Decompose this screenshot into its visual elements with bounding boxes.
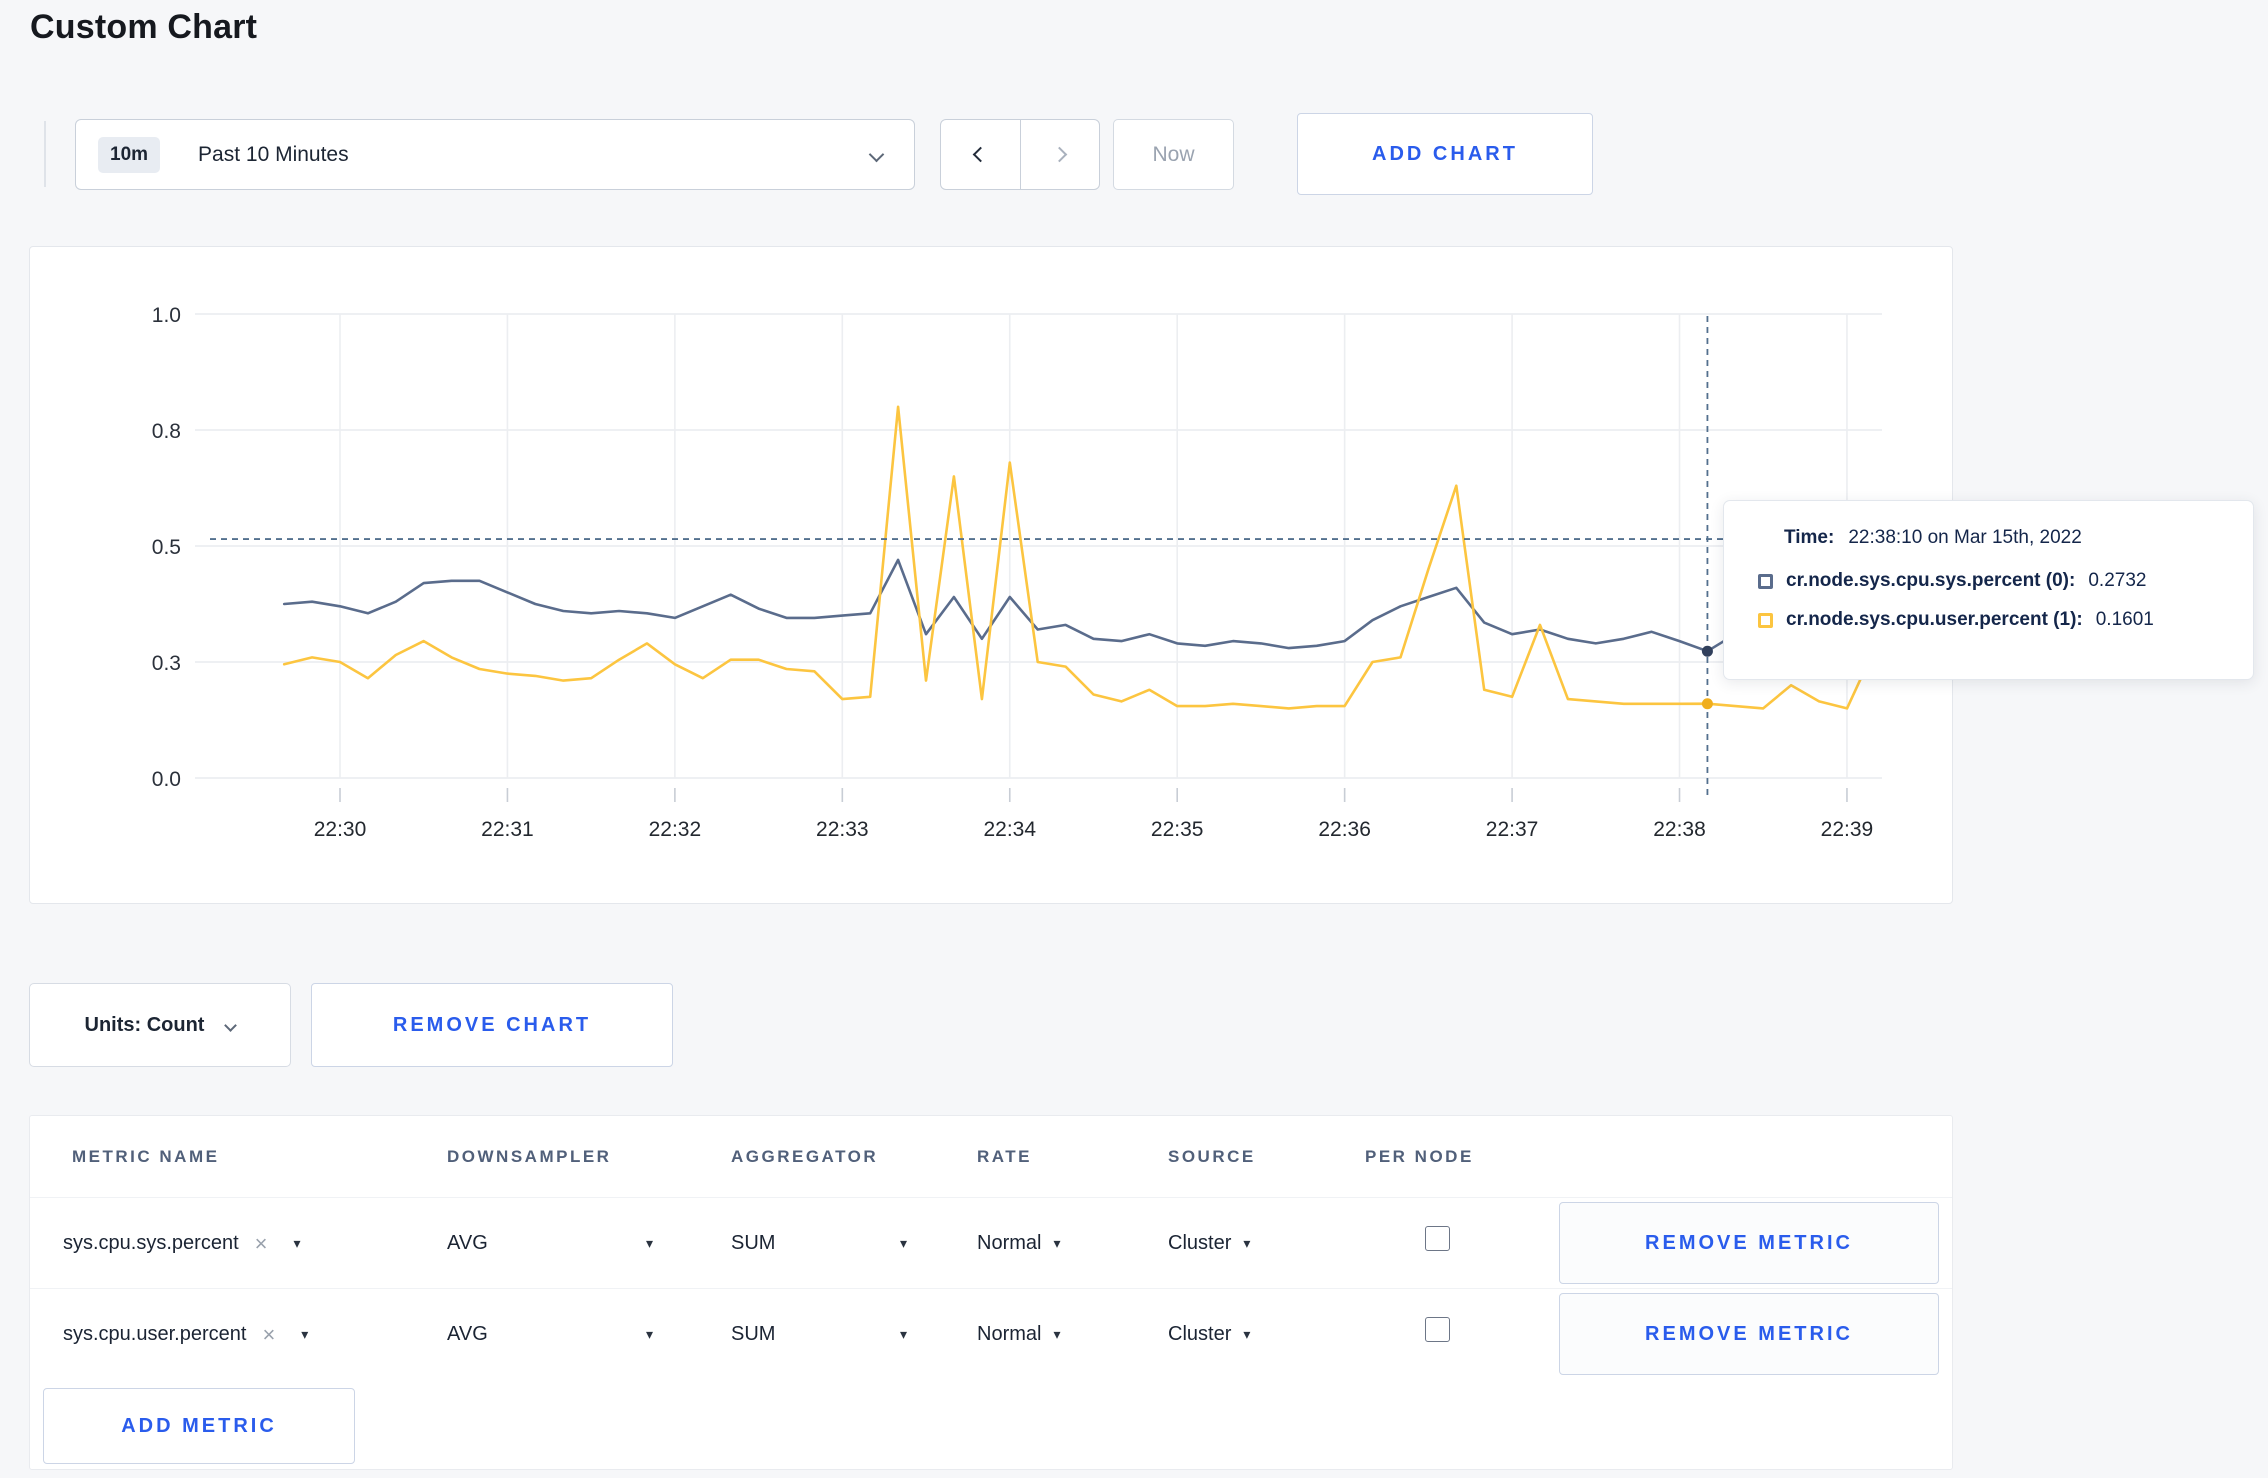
sys-series-swatch-icon: [1758, 573, 1773, 589]
tooltip-series-label: cr.node.sys.cpu.sys.percent (0):: [1786, 570, 2076, 591]
col-header-rate: RATE: [977, 1146, 1033, 1166]
col-header-aggregator: AGGREGATOR: [731, 1146, 879, 1166]
time-forward-button[interactable]: [1019, 120, 1100, 189]
aggregator-select[interactable]: SUM ▾: [731, 1198, 907, 1289]
time-back-button[interactable]: [941, 120, 1020, 189]
chart-card: [29, 246, 1953, 904]
page-title: Custom Chart: [30, 8, 258, 46]
add-metric-button[interactable]: ADD METRIC: [43, 1388, 355, 1464]
time-window-label: Past 10 Minutes: [198, 142, 349, 166]
time-nav-group: [940, 119, 1100, 190]
chevron-right-icon: [1051, 146, 1068, 163]
source-value: Cluster: [1168, 1323, 1232, 1345]
metric-row: sys.cpu.user.percent × ▾ AVG ▾ SUM ▾ Nor…: [30, 1288, 1952, 1379]
source-select[interactable]: Cluster ▾: [1168, 1289, 1250, 1380]
user-series-swatch-icon: [1758, 612, 1773, 628]
downsampler-value: AVG: [447, 1323, 488, 1345]
per-node-checkbox[interactable]: [1425, 1317, 1450, 1342]
source-value: Cluster: [1168, 1232, 1232, 1254]
rate-value: Normal: [977, 1323, 1042, 1345]
add-chart-button[interactable]: ADD CHART: [1297, 113, 1593, 195]
col-header-source: SOURCE: [1168, 1146, 1256, 1166]
caret-down-icon: ▾: [1243, 1235, 1251, 1251]
tooltip-series-row: cr.node.sys.cpu.sys.percent (0): 0.2732: [1758, 570, 2229, 592]
caret-down-icon: ▾: [1243, 1326, 1251, 1342]
caret-down-icon: ▾: [293, 1235, 301, 1251]
rate-select[interactable]: Normal ▾: [977, 1198, 1060, 1289]
metric-name: sys.cpu.user.percent: [63, 1323, 247, 1345]
caret-down-icon: ▾: [1053, 1326, 1061, 1342]
col-header-per-node: PER NODE: [1365, 1146, 1474, 1166]
toolbar-left-divider: [44, 121, 46, 187]
remove-chart-button[interactable]: REMOVE CHART: [311, 983, 673, 1067]
aggregator-value: SUM: [731, 1323, 776, 1345]
aggregator-select[interactable]: SUM ▾: [731, 1289, 907, 1380]
tooltip-time-value: 22:38:10 on Mar 15th, 2022: [1848, 527, 2082, 548]
clear-metric-icon[interactable]: ×: [255, 1231, 268, 1257]
time-window-badge: 10m: [98, 136, 161, 173]
tooltip-series-value: 0.1601: [2095, 609, 2154, 630]
chevron-left-icon: [972, 146, 989, 163]
tooltip-time-label: Time:: [1784, 527, 1835, 548]
downsampler-select[interactable]: AVG ▾: [447, 1289, 653, 1380]
aggregator-value: SUM: [731, 1232, 776, 1254]
now-button[interactable]: Now: [1113, 119, 1234, 190]
caret-down-icon: ▾: [899, 1235, 907, 1251]
remove-metric-button[interactable]: REMOVE METRIC: [1559, 1293, 1939, 1375]
metric-name-dropdown[interactable]: sys.cpu.user.percent × ▾: [63, 1289, 308, 1380]
metric-name: sys.cpu.sys.percent: [63, 1232, 239, 1254]
chevron-down-icon: [868, 146, 885, 163]
tooltip-series-value: 0.2732: [2088, 570, 2147, 591]
caret-down-icon: ▾: [645, 1326, 653, 1342]
per-node-checkbox[interactable]: [1425, 1226, 1450, 1251]
tooltip-time-row: Time: 22:38:10 on Mar 15th, 2022: [1758, 527, 2229, 549]
rate-select[interactable]: Normal ▾: [977, 1289, 1060, 1380]
col-header-metric-name: METRIC NAME: [72, 1146, 220, 1166]
caret-down-icon: ▾: [899, 1326, 907, 1342]
remove-metric-button[interactable]: REMOVE METRIC: [1559, 1202, 1939, 1284]
tooltip-series-row: cr.node.sys.cpu.user.percent (1): 0.1601: [1758, 609, 2229, 631]
caret-down-icon: ▾: [645, 1235, 653, 1251]
clear-metric-icon[interactable]: ×: [262, 1322, 275, 1348]
source-select[interactable]: Cluster ▾: [1168, 1198, 1250, 1289]
time-window-dropdown[interactable]: 10m Past 10 Minutes: [75, 119, 915, 190]
caret-down-icon: ▾: [301, 1326, 309, 1342]
downsampler-value: AVG: [447, 1232, 488, 1254]
metric-row: sys.cpu.sys.percent × ▾ AVG ▾ SUM ▾ Norm…: [30, 1197, 1952, 1288]
col-header-downsampler: DOWNSAMPLER: [447, 1146, 612, 1166]
downsampler-select[interactable]: AVG ▾: [447, 1198, 653, 1289]
rate-value: Normal: [977, 1232, 1042, 1254]
tooltip-series-label: cr.node.sys.cpu.user.percent (1):: [1786, 609, 2083, 630]
chevron-down-icon: [224, 1018, 238, 1032]
chart-tooltip: Time: 22:38:10 on Mar 15th, 2022 cr.node.…: [1723, 500, 2254, 680]
metric-name-dropdown[interactable]: sys.cpu.sys.percent × ▾: [63, 1198, 301, 1289]
units-dropdown[interactable]: Units: Count: [29, 983, 291, 1067]
caret-down-icon: ▾: [1053, 1235, 1061, 1251]
units-label: Units: Count: [84, 1013, 205, 1036]
